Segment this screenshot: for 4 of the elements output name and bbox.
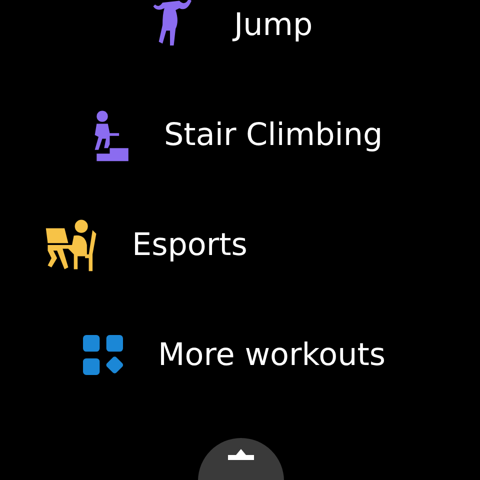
workout-item[interactable]: Esports [0, 215, 480, 275]
workout-item[interactable]: Stair Climbing [0, 105, 480, 165]
workout-item[interactable]: Jump [0, 0, 480, 55]
workout-item[interactable]: More workouts [0, 325, 480, 385]
